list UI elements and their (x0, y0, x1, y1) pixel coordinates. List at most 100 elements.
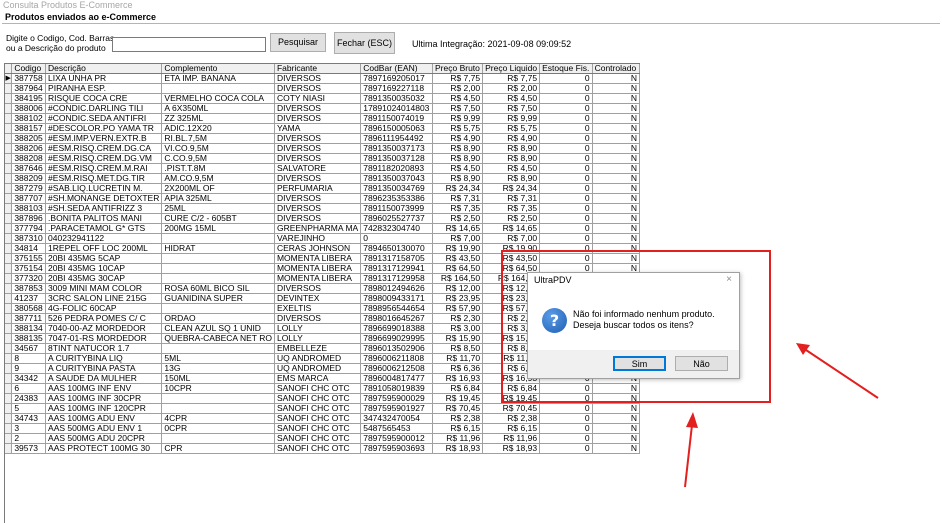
cell-codbar: 7891350034769 (360, 183, 433, 195)
row-indicator (5, 253, 13, 265)
cell-codigo: 5 (11, 403, 47, 415)
cell-codigo: 388206 (11, 143, 47, 155)
cell-fabricante: EMS MARCA (274, 373, 362, 385)
column-header[interactable]: Preço Liquido (482, 64, 541, 75)
header-indicator (5, 64, 13, 75)
table-row[interactable]: 387310 040232941122 VAREJINHO 0 R$ 7,00 R$ 7,… (5, 233, 640, 245)
cell-estoque: 0 (539, 103, 593, 115)
column-header[interactable]: Codigo (11, 64, 47, 75)
cell-fabricante: UQ ANDROMED (274, 363, 362, 375)
cell-preco-bruto: R$ 6,84 (432, 383, 484, 395)
table-row[interactable]: 377794 .PARACETAMOL G* GTS 200MG 15ML GREEN… (5, 223, 640, 235)
table-row[interactable]: 34814 1REPEL OFF LOC 200ML HIDRAT CERAS JOH… (5, 243, 640, 255)
cell-preco-liquido: R$ 7,50 (482, 103, 541, 115)
table-row[interactable]: 387896 .BONITA PALITOS MANI CURE C/2 - 605… (5, 213, 640, 225)
table-row[interactable]: 39573 AAS PROTECT 100MG 30 CPR SANOFI CHC O… (5, 443, 640, 455)
cell-fabricante: DIVERSOS (274, 133, 362, 145)
table-row[interactable]: 24383 AAS 100MG INF 30CPR SANOFI CHC OTC 78… (5, 393, 640, 405)
cell-descricao: .PARACETAMOL G* GTS (45, 223, 163, 235)
row-indicator (5, 403, 13, 415)
cell-controlado: N (592, 403, 640, 415)
cell-controlado: N (592, 193, 640, 205)
cell-codbar: 7896699018388 (360, 323, 433, 335)
cell-preco-liquido: R$ 4,90 (482, 133, 541, 145)
cell-codigo: 387707 (11, 193, 47, 205)
cell-codigo: 34342 (11, 373, 47, 385)
cell-controlado: N (592, 223, 640, 235)
column-header[interactable]: Estoque Fis. (539, 64, 593, 75)
column-header[interactable]: CodBar (EAN) (360, 64, 433, 75)
cell-codigo: 387896 (11, 213, 47, 225)
cell-descricao: 040232941122 (45, 233, 163, 245)
cell-fabricante: MOMENTA LIBERA (274, 273, 362, 285)
cell-descricao: 1REPEL OFF LOC 200ML (45, 243, 163, 255)
cell-controlado: N (592, 123, 640, 135)
table-row[interactable]: 34743 AAS 100MG ADU ENV 4CPR SANOFI CHC OTC… (5, 413, 640, 425)
table-row[interactable]: 388206 #ESM.RISQ.CREM.DG.CA VI.CO.9,5M DIVE… (5, 143, 640, 155)
cell-preco-liquido: R$ 24,34 (482, 183, 541, 195)
table-row[interactable]: 6 AAS 100MG INF ENV 10CPR SANOFI CHC OTC 789… (5, 383, 640, 395)
column-header[interactable]: Complemento (161, 64, 275, 75)
cell-controlado: N (592, 423, 640, 435)
cell-codbar: 7896150005063 (360, 123, 433, 135)
table-row[interactable]: ▶ 387758 LIXA UNHA PR ETA IMP. BANANA DIVERS… (5, 73, 640, 85)
table-row[interactable]: 388208 #ESM.RISQ.CREM.DG.VM C.CO.9,5M DIVE… (5, 153, 640, 165)
search-input[interactable] (112, 37, 266, 52)
row-indicator (5, 353, 13, 365)
cell-controlado: N (592, 413, 640, 425)
cell-codbar: 7896004817477 (360, 373, 433, 385)
row-indicator (5, 83, 13, 95)
table-row[interactable]: 388205 #ESM.IMP.VERN.EXTR.B RI.BL.7,5M DIVE… (5, 133, 640, 145)
cell-preco-bruto: R$ 43,50 (432, 253, 484, 265)
cell-complemento: RI.BL.7,5M (161, 133, 275, 145)
cell-controlado: N (592, 73, 640, 85)
cell-fabricante: DIVERSOS (274, 143, 362, 155)
cell-descricao: 20BI 435MG 10CAP (45, 263, 163, 275)
cell-codbar: 7896006212508 (360, 363, 433, 375)
cell-codbar: 7891350037128 (360, 153, 433, 165)
cell-preco-bruto: R$ 12,00 (432, 283, 484, 295)
table-row[interactable]: 384195 RISQUE COCA CRE VERMELHO COCA COLA C… (5, 93, 640, 105)
close-button[interactable]: Fechar (ESC) (334, 32, 395, 54)
cell-complemento: 2X200ML OF (161, 183, 275, 195)
table-row[interactable]: 387646 #ESM.RISQ.CREM.M.RAI .PIST.T.8M SALV… (5, 163, 640, 175)
cell-codbar: 347432470054 (360, 413, 433, 425)
cell-complemento: QUEBRA-CABECA NET RO (161, 333, 275, 345)
group-title: Produtos enviados ao e-Commerce (5, 12, 157, 22)
column-header[interactable]: Descrição (45, 64, 163, 75)
cell-preco-liquido: R$ 11,96 (482, 433, 541, 445)
cell-codbar: 7896235353386 (360, 193, 433, 205)
cell-preco-liquido: R$ 7,31 (482, 193, 541, 205)
table-row[interactable]: 3 AAS 500MG ADU ENV 1 0CPR SANOFI CHC OTC 54… (5, 423, 640, 435)
products-table: Codigo Descrição Complemento Fabricante … (5, 64, 640, 455)
table-row[interactable]: 388209 #ESM.RISQ.MET.DG.TIR AM.CO.9,5M DIVE… (5, 173, 640, 185)
no-button[interactable]: Não (675, 356, 728, 371)
cell-controlado: N (592, 163, 640, 175)
table-row[interactable]: 375155 20BI 435MG 5CAP MOMENTA LIBERA 78913… (5, 253, 640, 265)
table-row[interactable]: 388103 #SH.SEDA ANTIFRIZZ 3 25ML DIVERSOS 78… (5, 203, 640, 215)
column-header[interactable]: Controlado (592, 64, 640, 75)
table-row[interactable]: 387964 PIRANHA ESP. DIVERSOS 7897169227118 R… (5, 83, 640, 95)
cell-complemento (161, 273, 275, 285)
column-header[interactable]: Fabricante (274, 64, 362, 75)
yes-button[interactable]: Sim (613, 356, 666, 371)
cell-descricao: #ESM.RISQ.CREM.DG.CA (45, 143, 163, 155)
close-icon[interactable]: × (726, 274, 732, 285)
table-row[interactable]: 387707 #SH.MONANGE DETOXTER APIA 325ML DIVE… (5, 193, 640, 205)
table-row[interactable]: 388006 #CONDIC.DARLING TILI A 6X350ML DIVER… (5, 103, 640, 115)
cell-estoque: 0 (539, 73, 593, 85)
column-header[interactable]: Preço Bruto (432, 64, 484, 75)
group-divider (2, 23, 940, 24)
table-row[interactable]: 388102 #CONDIC.SEDA ANTIFRI ZZ 325ML DIVERS… (5, 113, 640, 125)
cell-complemento: CURE C/2 - 605BT (161, 213, 275, 225)
cell-codbar: 7891058019839 (360, 383, 433, 395)
table-row[interactable]: 2 AAS 500MG ADU 20CPR SANOFI CHC OTC 789759… (5, 433, 640, 445)
table-row[interactable]: 5 AAS 100MG INF 120CPR SANOFI CHC OTC 78975… (5, 403, 640, 415)
table-row[interactable]: 388157 #DESCOLOR.PO YAMA TR ADIC.12X20 YAMA… (5, 123, 640, 135)
row-indicator (5, 363, 13, 375)
table-row[interactable]: 387279 #SAB.LIQ.LUCRETIN M. 2X200ML OF PERF… (5, 183, 640, 195)
cell-codigo: 9 (11, 363, 47, 375)
cell-preco-bruto: R$ 23,95 (432, 293, 484, 305)
search-button[interactable]: Pesquisar (270, 33, 326, 52)
cell-codigo: 24383 (11, 393, 47, 405)
